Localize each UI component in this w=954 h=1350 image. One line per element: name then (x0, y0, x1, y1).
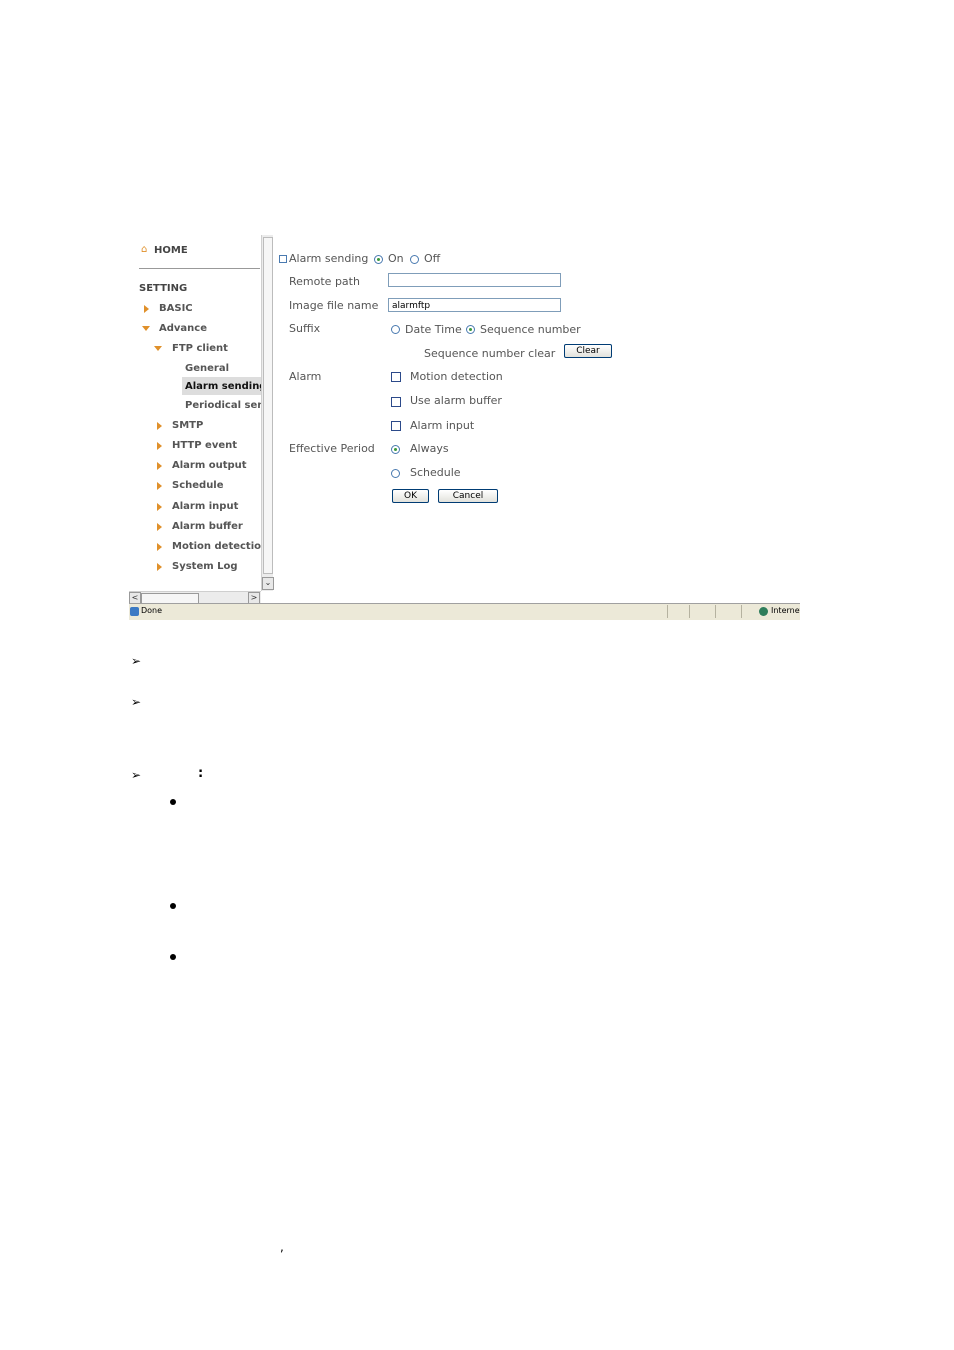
image-file-name-label: Image file name (289, 299, 379, 312)
suffix-sequence-number-radio[interactable] (466, 325, 475, 334)
arrow-bullet-icon: ➢ (131, 768, 142, 782)
sidebar-item-system-log[interactable]: System Log (172, 561, 238, 572)
sidebar-item-basic[interactable]: BASIC (159, 303, 193, 314)
expand-arrow-icon[interactable] (144, 305, 149, 313)
expand-arrow-icon[interactable] (157, 543, 162, 551)
suffix-label: Suffix (289, 322, 321, 335)
sequence-number-clear-label: Sequence number clear (424, 347, 556, 360)
arrow-bullet-icon: ➢ (131, 695, 142, 709)
scrollbar-thumb[interactable] (263, 237, 273, 574)
sidebar-item-alarm-sending[interactable]: Alarm sending (185, 381, 261, 392)
effective-period-always-radio[interactable] (391, 445, 400, 454)
sidebar-item-smtp[interactable]: SMTP (172, 420, 203, 431)
ok-button[interactable]: OK (392, 489, 429, 503)
sidebar-item-schedule[interactable]: Schedule (172, 480, 224, 491)
dot-bullet-icon (170, 903, 176, 909)
effective-period-label: Effective Period (289, 442, 375, 455)
motion-detection-checkbox[interactable] (391, 372, 401, 382)
status-text: Done (141, 606, 163, 615)
suffix-date-time-radio[interactable] (391, 325, 400, 334)
security-zone-text: Internet (771, 606, 800, 615)
internet-zone-icon (759, 607, 768, 616)
remote-path-label: Remote path (289, 275, 360, 288)
sidebar-item-ftp-client[interactable]: FTP client (172, 343, 228, 354)
status-divider (741, 605, 742, 618)
browser-status-bar: Done Internet (129, 603, 800, 620)
status-divider (667, 605, 668, 618)
sidebar-item-periodical-sending[interactable]: Periodical send (185, 400, 261, 411)
remote-path-input[interactable] (388, 273, 561, 287)
sidebar-item-alarm-input[interactable]: Alarm input (172, 501, 238, 512)
browser-screenshot: ⌂ HOME SETTING BASIC Advance FTP client … (129, 235, 800, 620)
alarm-input-checkbox[interactable] (391, 421, 401, 431)
alarm-sending-on-label: On (388, 252, 404, 265)
expand-arrow-icon[interactable] (157, 523, 162, 531)
scroll-down-icon[interactable]: ⌄ (262, 577, 274, 590)
dot-bullet-icon (170, 954, 176, 960)
expand-arrow-icon[interactable] (157, 563, 162, 571)
sidebar-item-motion-detection[interactable]: Motion detection (172, 541, 261, 552)
cancel-button[interactable]: Cancel (438, 489, 498, 503)
sidebar-nav: ⌂ HOME SETTING BASIC Advance FTP client … (129, 235, 261, 591)
suffix-sequence-number-label: Sequence number (480, 323, 581, 336)
page-done-icon (130, 607, 139, 616)
effective-period-schedule-label: Schedule (410, 466, 461, 479)
alarm-label: Alarm (289, 370, 322, 383)
collapse-arrow-icon[interactable] (142, 326, 150, 331)
arrow-bullet-icon: ➢ (131, 654, 142, 668)
expand-arrow-icon[interactable] (157, 422, 162, 430)
sidebar-item-alarm-output[interactable]: Alarm output (172, 460, 247, 471)
alarm-sending-on-radio[interactable] (374, 255, 383, 264)
sidebar-item-home[interactable]: HOME (154, 245, 188, 256)
sidebar-item-http-event[interactable]: HTTP event (172, 440, 237, 451)
home-icon[interactable]: ⌂ (141, 244, 147, 255)
image-file-name-input[interactable]: alarmftp (388, 298, 561, 312)
section-marker-icon (279, 255, 287, 263)
status-divider (689, 605, 690, 618)
sidebar-item-general[interactable]: General (185, 363, 229, 374)
use-alarm-buffer-label: Use alarm buffer (410, 394, 502, 407)
clear-button[interactable]: Clear (564, 344, 612, 358)
use-alarm-buffer-checkbox[interactable] (391, 397, 401, 407)
status-divider (715, 605, 716, 618)
expand-arrow-icon[interactable] (157, 462, 162, 470)
dot-bullet-icon (170, 799, 176, 805)
alarm-sending-off-radio[interactable] (410, 255, 419, 264)
sidebar-item-alarm-buffer[interactable]: Alarm buffer (172, 521, 243, 532)
alarm-sending-off-label: Off (424, 252, 441, 265)
expand-arrow-icon[interactable] (157, 503, 162, 511)
suffix-date-time-label: Date Time (405, 323, 462, 336)
sidebar-heading-setting: SETTING (139, 283, 188, 294)
alarm-input-label: Alarm input (410, 419, 475, 432)
effective-period-always-label: Always (410, 442, 449, 455)
expand-arrow-icon[interactable] (157, 482, 162, 490)
alarm-sending-label: Alarm sending (289, 252, 369, 265)
sidebar-vertical-scrollbar[interactable]: ⌄ (261, 235, 274, 591)
sidebar-divider (139, 268, 260, 269)
effective-period-schedule-radio[interactable] (391, 469, 400, 478)
expand-arrow-icon[interactable] (157, 442, 162, 450)
comma-mark: , (280, 1240, 284, 1254)
motion-detection-label: Motion detection (410, 370, 503, 383)
collapse-arrow-icon[interactable] (154, 346, 162, 351)
colon-mark: : (198, 766, 204, 781)
sidebar-item-advance[interactable]: Advance (159, 323, 207, 334)
